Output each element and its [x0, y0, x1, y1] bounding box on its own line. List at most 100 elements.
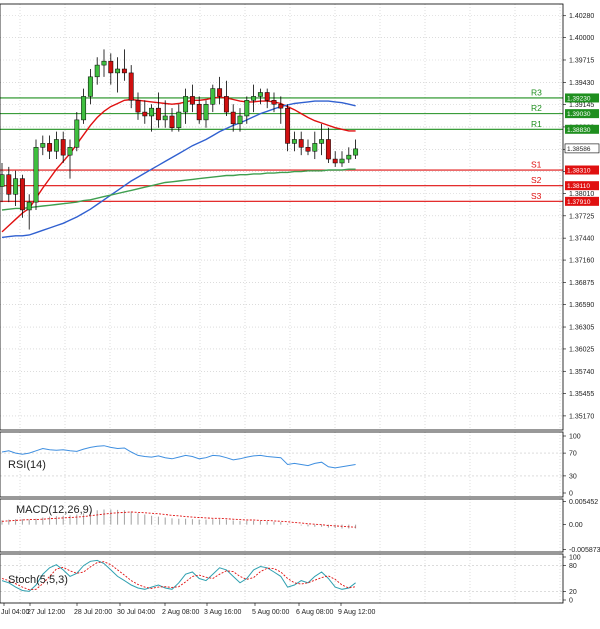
candle-body	[257, 92, 263, 97]
rsi-tick-label: 0	[569, 491, 573, 498]
candle-body	[305, 147, 311, 152]
price-tick-label: 1.36025	[569, 346, 594, 353]
candle-body	[128, 72, 134, 101]
time-tick-label: 3 Aug 16:00	[204, 609, 241, 616]
level-name-s3: S3	[531, 191, 542, 201]
candle-body	[223, 96, 229, 113]
candle-body	[264, 92, 270, 101]
price-tick-label: 1.36875	[569, 280, 594, 287]
candle-body	[285, 107, 291, 144]
candle-body	[339, 158, 345, 164]
level-price-label: 1.38830	[567, 127, 591, 134]
candle-body	[13, 178, 19, 195]
rsi-label: RSI(14)	[8, 459, 46, 471]
candle-body	[217, 88, 223, 97]
rsi-tick-label: 100	[569, 434, 581, 441]
candle-body	[189, 96, 195, 105]
candle-body	[169, 115, 175, 128]
candle-body	[203, 103, 209, 121]
candle-body	[210, 88, 216, 105]
price-tick-label: 1.35170	[569, 413, 594, 420]
candle-body	[40, 143, 46, 148]
level-name-s1: S1	[531, 160, 542, 170]
candle-body	[237, 115, 243, 125]
time-tick-label: 27 Jul 12:00	[27, 609, 65, 616]
candle-body	[33, 147, 39, 203]
candle-body	[60, 139, 66, 156]
stoch-tick-label: 0	[569, 598, 573, 605]
level-price-label: 1.39030	[567, 111, 591, 118]
candle-body	[291, 139, 297, 144]
time-tick-label: 5 Aug 00:00	[252, 609, 289, 616]
stoch-tick-label: 20	[569, 589, 577, 596]
level-name-s2: S2	[531, 175, 542, 185]
candle-body	[87, 76, 93, 97]
macd-tick-label: -0.005873	[569, 547, 600, 554]
time-tick-label: 28 Jul 20:00	[74, 609, 112, 616]
level-name-r2: R2	[531, 103, 542, 113]
candle-body	[108, 60, 114, 74]
price-tick-label: 1.39430	[569, 80, 594, 87]
macd-tick-label: 0.005452	[569, 499, 598, 506]
candle-body	[162, 115, 168, 121]
price-tick-label: 1.35455	[569, 391, 594, 398]
candle-body	[135, 100, 141, 113]
candle-body	[149, 107, 155, 117]
candle-body	[325, 139, 331, 160]
rsi-tick-label: 30	[569, 473, 577, 480]
candle-body	[346, 154, 352, 160]
candle-body	[26, 201, 32, 211]
candle-body	[74, 119, 80, 148]
candle-body	[230, 111, 236, 125]
time-tick-label: 30 Jul 04:00	[117, 609, 155, 616]
candle-body	[81, 96, 87, 121]
macd-tick-label: 0.00	[569, 522, 583, 529]
candle-body	[115, 68, 121, 74]
candle-body	[312, 143, 318, 152]
candle-body	[155, 107, 161, 121]
candle-body	[121, 68, 127, 74]
candle-body	[271, 100, 277, 105]
price-tick-label: 1.35740	[569, 369, 594, 376]
time-tick-label: 9 Aug 12:00	[338, 609, 375, 616]
macd-label: MACD(12,26,9)	[16, 504, 92, 516]
candle-body	[6, 174, 12, 195]
level-name-r3: R3	[531, 87, 542, 97]
stoch-label: Stoch(5,5,3)	[8, 574, 68, 586]
candle-body	[19, 178, 25, 211]
current-price-label: 1.38586	[567, 146, 591, 153]
level-price-label: 1.38310	[567, 168, 591, 175]
candle-body	[319, 139, 325, 144]
price-tick-label: 1.37440	[569, 236, 594, 243]
candle-body	[176, 111, 182, 128]
chart-canvas: R3 R2 R1 S1 S2 S3 RSI(14) MACD(12,26,9) Stoch…	[0, 0, 600, 624]
level-name-r1: R1	[531, 119, 542, 129]
candle-body	[244, 100, 250, 117]
stoch-tick-label: 80	[569, 563, 577, 570]
candle-body	[278, 103, 284, 109]
price-tick-label: 1.37160	[569, 258, 594, 265]
candle-body	[101, 60, 107, 66]
candle-body	[332, 158, 338, 164]
level-price-label: 1.37910	[567, 199, 591, 206]
candle-body	[251, 96, 257, 101]
price-tick-label: 1.37725	[569, 213, 594, 220]
price-tick-label: 1.36590	[569, 302, 594, 309]
time-tick-label: Jul 04:00	[1, 609, 30, 616]
candle-body	[142, 111, 148, 117]
price-tick-label: 1.39715	[569, 57, 594, 64]
time-tick-label: 2 Aug 08:00	[162, 609, 199, 616]
candle-body	[183, 96, 189, 113]
price-tick-label: 1.40280	[569, 13, 594, 20]
candle-body	[353, 148, 359, 156]
level-price-label: 1.38110	[567, 183, 590, 190]
time-tick-label: 6 Aug 08:00	[296, 609, 333, 616]
candle-body	[67, 147, 73, 156]
candle-body	[47, 143, 53, 152]
stoch-tick-label: 100	[569, 555, 581, 562]
chart-window: R3 R2 R1 S1 S2 S3 RSI(14) MACD(12,26,9) Stoch…	[0, 0, 600, 624]
candle-body	[53, 139, 59, 152]
price-tick-label: 1.36305	[569, 325, 594, 332]
candle-body	[0, 174, 5, 187]
price-tick-label: 1.40000	[569, 35, 594, 42]
